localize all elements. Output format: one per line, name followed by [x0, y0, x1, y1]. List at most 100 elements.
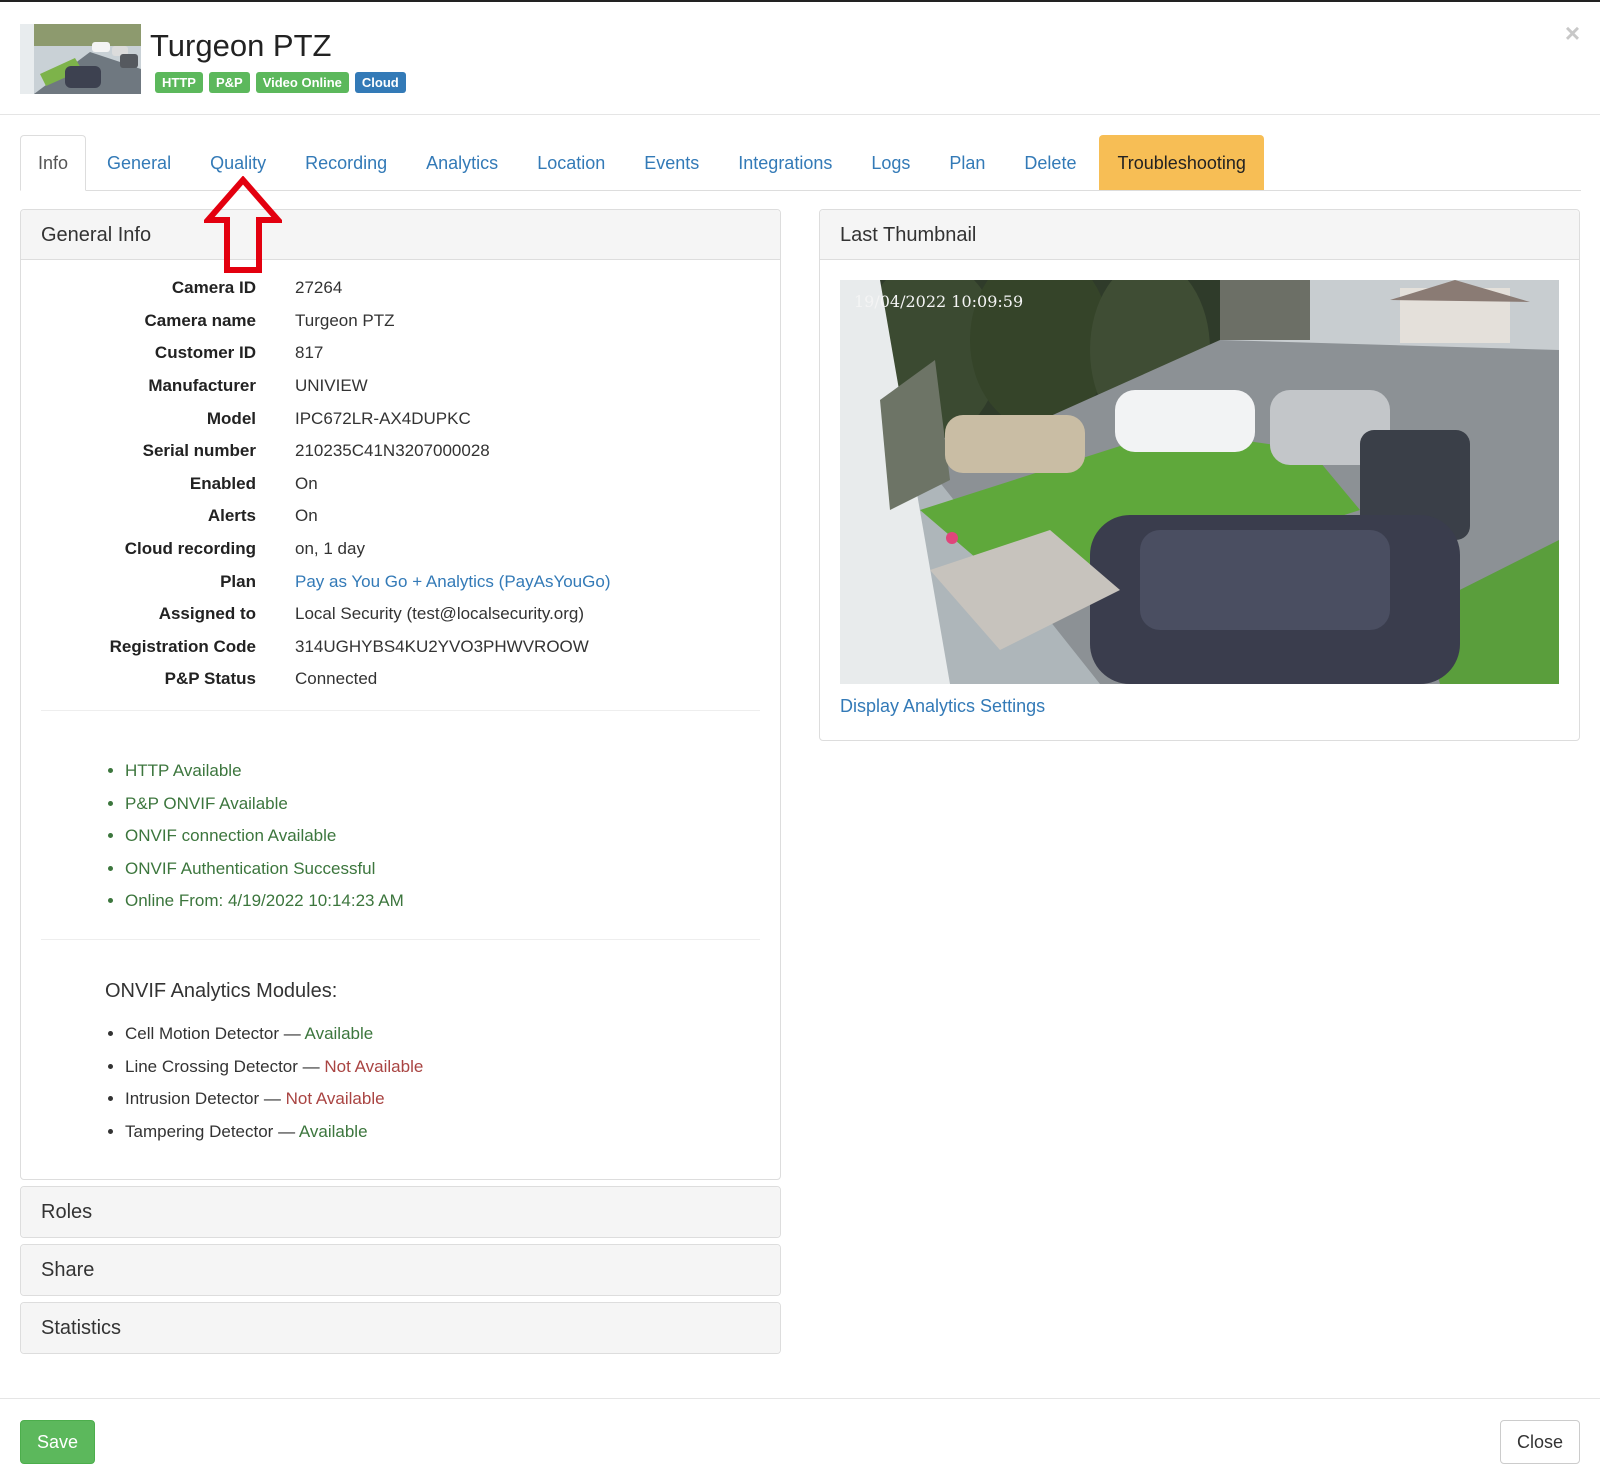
list-item: Online From: 4/19/2022 10:14:23 AM — [125, 885, 404, 918]
field-value: 314UGHYBS4KU2YVO3PHWVROOW — [295, 636, 589, 656]
module-separator: — — [279, 1024, 305, 1043]
save-button[interactable]: Save — [20, 1420, 96, 1464]
module-name: Intrusion Detector — [125, 1089, 260, 1108]
module-status: Not Available — [285, 1089, 385, 1108]
field-value: On — [295, 473, 318, 493]
list-item: HTTP Available — [125, 755, 404, 788]
tab-integrations[interactable]: Integrations — [720, 135, 850, 190]
field-label: Alerts — [207, 506, 256, 526]
tab-delete[interactable]: Delete — [1006, 135, 1094, 190]
general-info-heading: General Info — [21, 210, 780, 260]
tab-location[interactable]: Location — [519, 135, 623, 190]
divider — [41, 939, 760, 940]
field-row: Cloud recording on, 1 day — [21, 533, 780, 566]
field-label: Cloud recording — [124, 539, 256, 559]
module-name: Tampering Detector — [125, 1121, 274, 1141]
field-row: Camera ID 27264 — [21, 272, 780, 305]
field-value: IPC672LR-AX4DUPKC — [295, 408, 471, 428]
camera-title: Turgeon PTZ — [150, 28, 332, 63]
list-item: Intrusion Detector — Not Available — [125, 1083, 423, 1116]
field-label: Model — [206, 408, 256, 428]
close-button[interactable]: Close — [1499, 1420, 1580, 1464]
modal-footer: Save Close — [0, 1398, 1600, 1484]
statistics-heading[interactable]: Statistics — [21, 1303, 780, 1353]
field-value: Turgeon PTZ — [295, 310, 395, 330]
divider — [41, 710, 760, 711]
field-value: Local Security (test@localsecurity.org) — [295, 604, 585, 624]
tab-troubleshooting[interactable]: Troubleshooting — [1099, 135, 1264, 190]
field-row: Alerts On — [21, 500, 780, 533]
field-row: Assigned to Local Security (test@localse… — [21, 598, 780, 631]
connection-status-list: HTTP Available P&P ONVIF Available ONVIF… — [103, 755, 404, 918]
general-info-panel: General Info Camera ID 27264 Camera name… — [20, 209, 781, 1180]
list-item: P&P ONVIF Available — [125, 788, 404, 821]
camera-modal: Turgeon PTZ HTTP P&P Video Online Cloud … — [0, 0, 1600, 1482]
http-badge: HTTP — [155, 72, 203, 93]
list-item: Line Crossing Detector — Not Available — [125, 1051, 423, 1084]
module-separator: — — [273, 1121, 299, 1141]
analytics-modules-list: Cell Motion Detector — Available Line Cr… — [103, 1018, 423, 1148]
camera-thumbnail-small — [20, 24, 141, 94]
field-value: on, 1 day — [295, 539, 365, 559]
cloud-badge: Cloud — [354, 72, 406, 93]
field-row: Manufacturer UNIVIEW — [21, 370, 780, 403]
close-icon[interactable]: × — [1565, 20, 1580, 46]
field-row: Serial number 210235C41N3207000028 — [21, 435, 780, 468]
module-name: Cell Motion Detector — [125, 1024, 280, 1043]
field-label: Camera name — [144, 310, 256, 330]
field-row: P&P Status Connected — [21, 663, 780, 696]
tab-plan[interactable]: Plan — [931, 135, 1003, 190]
list-item: ONVIF Authentication Successful — [125, 853, 404, 886]
field-label: P&P Status — [164, 669, 256, 689]
module-separator: — — [297, 1056, 325, 1076]
statistics-panel[interactable]: Statistics — [20, 1302, 781, 1354]
pnp-badge: P&P — [208, 72, 250, 93]
field-row: Plan Pay as You Go + Analytics (PayAsYou… — [21, 565, 780, 598]
tab-general[interactable]: General — [89, 135, 189, 190]
field-value: Connected — [295, 669, 378, 689]
video-online-badge: Video Online — [255, 72, 349, 93]
list-item: ONVIF connection Available — [125, 820, 404, 853]
share-heading[interactable]: Share — [21, 1245, 780, 1295]
field-row: Enabled On — [21, 468, 780, 501]
display-analytics-settings-link[interactable]: Display Analytics Settings — [840, 696, 1045, 717]
module-name: Line Crossing Detector — [125, 1056, 298, 1076]
field-label: Manufacturer — [148, 376, 256, 396]
field-value: 210235C41N3207000028 — [295, 441, 490, 461]
field-label: Assigned to — [158, 604, 256, 624]
status-badges: HTTP P&P Video Online Cloud — [155, 72, 406, 93]
roles-heading[interactable]: Roles — [21, 1187, 780, 1237]
roles-panel[interactable]: Roles — [20, 1186, 781, 1238]
field-label: Serial number — [142, 441, 256, 461]
field-label: Camera ID — [171, 278, 256, 298]
tab-recording[interactable]: Recording — [287, 135, 405, 190]
annotation-arrow-icon — [204, 176, 282, 273]
field-label: Plan — [220, 571, 256, 591]
field-row: Camera name Turgeon PTZ — [21, 305, 780, 338]
list-item: Cell Motion Detector — Available — [125, 1018, 423, 1051]
module-status: Not Available — [324, 1056, 424, 1076]
last-thumbnail-heading: Last Thumbnail — [820, 210, 1579, 260]
share-panel[interactable]: Share — [20, 1244, 781, 1296]
snapshot-timestamp: 19/04/2022 10:09:59 — [854, 292, 1024, 311]
field-label: Enabled — [189, 473, 256, 493]
field-value: 817 — [295, 343, 324, 363]
field-label: Registration Code — [109, 636, 256, 656]
tab-events[interactable]: Events — [626, 135, 717, 190]
module-separator: — — [259, 1089, 286, 1108]
camera-details: Camera ID 27264 Camera name Turgeon PTZ … — [21, 272, 780, 696]
field-label: Customer ID — [154, 343, 256, 363]
last-thumbnail-panel: Last Thumbnail 19/04/2022 10:09:59 Displ… — [819, 209, 1580, 741]
tab-analytics[interactable]: Analytics — [408, 135, 516, 190]
plan-link[interactable]: Pay as You Go + Analytics (PayAsYouGo) — [295, 572, 610, 592]
field-row: Customer ID 817 — [21, 337, 780, 370]
module-status: Available — [304, 1024, 374, 1043]
tab-info[interactable]: Info — [20, 135, 87, 191]
field-row: Model IPC672LR-AX4DUPKC — [21, 402, 780, 435]
field-value: 27264 — [295, 278, 343, 298]
module-status: Available — [298, 1121, 368, 1141]
field-value: UNIVIEW — [295, 376, 368, 396]
field-row: Registration Code 314UGHYBS4KU2YVO3PHWVR… — [21, 631, 780, 664]
tab-logs[interactable]: Logs — [853, 135, 928, 190]
field-value: On — [295, 506, 318, 526]
